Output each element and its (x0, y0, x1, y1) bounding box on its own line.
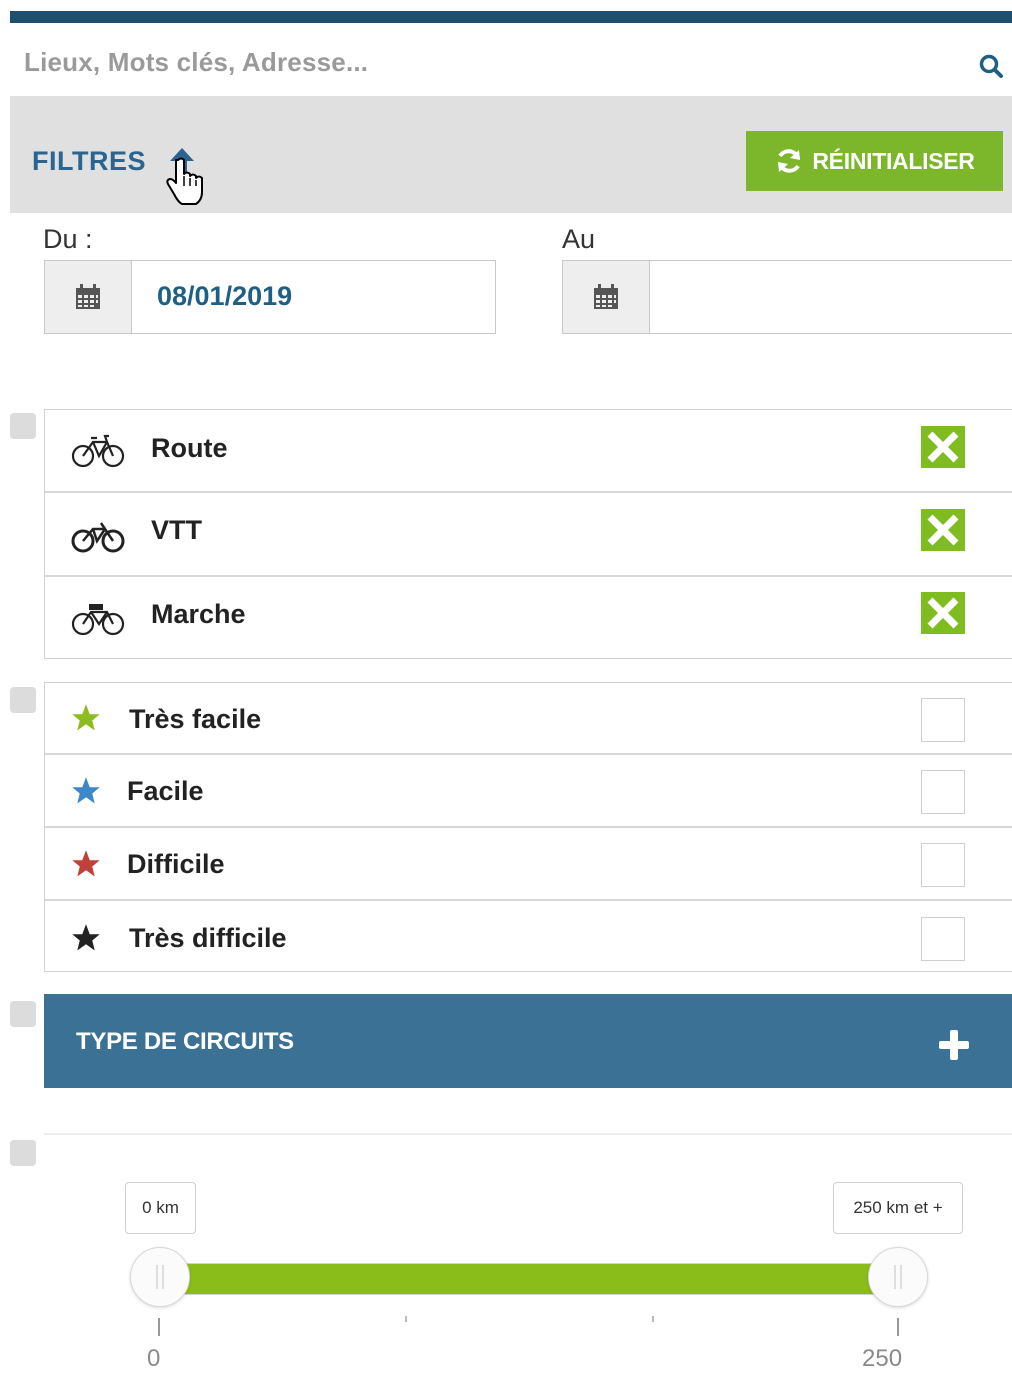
drag-handle[interactable] (10, 1140, 36, 1166)
star-icon (72, 704, 100, 731)
filters-title[interactable]: FILTRES (32, 146, 146, 177)
date-to-field[interactable] (562, 260, 1012, 334)
top-bar (10, 11, 1012, 23)
checkbox-checked[interactable] (921, 509, 965, 551)
drag-handle[interactable] (10, 687, 36, 713)
activity-item-route[interactable]: Route (45, 410, 1012, 493)
check-x-icon (927, 431, 959, 463)
checkbox-unchecked[interactable] (921, 770, 965, 814)
difficulty-label: Difficile (127, 849, 225, 879)
check-x-icon (927, 597, 959, 629)
star-icon (72, 850, 100, 877)
circuit-type-accordion[interactable]: TYPE DE CIRCUITS (44, 994, 1012, 1088)
refresh-icon (778, 149, 801, 173)
plus-icon[interactable] (938, 1029, 970, 1061)
star-icon (72, 924, 100, 951)
distance-min-handle[interactable] (130, 1247, 190, 1307)
activity-label: Marche (151, 599, 246, 629)
road-bike-icon (71, 434, 125, 468)
distance-max-bubble: 250 km et + (833, 1182, 963, 1234)
reset-label: RÉINITIALISER (812, 147, 975, 174)
activity-label: Route (151, 433, 228, 463)
difficulty-item-tres-facile[interactable]: Très facile (45, 683, 1012, 755)
tick-mark (158, 1318, 160, 1336)
difficulty-label: Très difficile (129, 923, 287, 953)
tick-mark (405, 1316, 407, 1322)
date-from-field[interactable]: 08/01/2019 (44, 260, 496, 334)
difficulty-item-facile[interactable]: Facile (45, 755, 1012, 828)
star-icon (72, 777, 100, 804)
calendar-button[interactable] (563, 261, 650, 333)
activity-item-marche[interactable]: Marche (45, 577, 1012, 658)
checkbox-checked[interactable] (921, 592, 965, 634)
distance-range-track[interactable] (160, 1263, 898, 1295)
checkbox-unchecked[interactable] (921, 698, 965, 742)
drag-handle[interactable] (10, 413, 36, 439)
checkbox-unchecked[interactable] (921, 917, 965, 961)
difficulty-list: Très facile Facile Difficile Très diffic… (44, 682, 1012, 972)
hand-cursor-icon (166, 157, 203, 205)
activity-label: VTT (151, 515, 202, 545)
difficulty-item-difficile[interactable]: Difficile (45, 828, 1012, 901)
filter-header: FILTRES RÉINITIALISER (10, 96, 1012, 213)
calendar-button[interactable] (45, 261, 132, 333)
activity-list: Route VTT Marche (44, 409, 1012, 659)
date-to-label: Au (562, 224, 596, 254)
distance-min-bubble: 0 km (125, 1182, 196, 1234)
difficulty-label: Très facile (129, 704, 262, 734)
calendar-icon (76, 284, 100, 309)
date-from-label: Du : (43, 224, 93, 254)
checkbox-checked[interactable] (921, 426, 965, 468)
activity-item-vtt[interactable]: VTT (45, 493, 1012, 577)
calendar-icon (594, 284, 618, 309)
checkbox-unchecked[interactable] (921, 843, 965, 887)
circuit-type-title: TYPE DE CIRCUITS (76, 1028, 294, 1055)
date-from-input[interactable]: 08/01/2019 (157, 281, 292, 312)
tick-mark (897, 1318, 899, 1336)
check-x-icon (927, 514, 959, 546)
divider (44, 1133, 1012, 1135)
distance-max-handle[interactable] (868, 1247, 928, 1307)
search-bar[interactable]: Lieux, Mots clés, Adresse... (10, 23, 1012, 96)
search-input[interactable]: Lieux, Mots clés, Adresse... (24, 47, 368, 78)
reset-button[interactable]: RÉINITIALISER (746, 131, 1003, 191)
search-icon[interactable] (978, 53, 1004, 79)
drag-handle[interactable] (10, 1001, 36, 1027)
difficulty-item-tres-difficile[interactable]: Très difficile (45, 901, 1012, 971)
walk-bike-icon (71, 604, 125, 636)
difficulty-label: Facile (127, 776, 204, 806)
mountain-bike-icon (71, 522, 125, 553)
tick-mark (652, 1316, 654, 1322)
